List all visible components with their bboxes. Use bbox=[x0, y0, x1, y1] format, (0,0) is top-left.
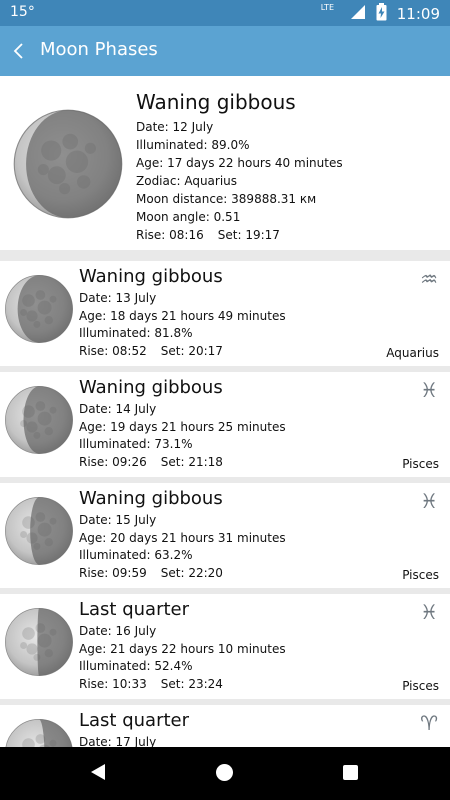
nav-home-icon[interactable] bbox=[216, 764, 233, 781]
rise-label: Rise: 08:16 bbox=[136, 228, 204, 242]
date-label: Date: 13 July bbox=[79, 291, 157, 305]
zodiac-name: Pisces bbox=[402, 679, 439, 693]
moon-phase-icon bbox=[5, 608, 73, 676]
phase-name: Waning gibbous bbox=[79, 266, 223, 287]
app-bar: Moon Phases bbox=[0, 26, 450, 76]
set-label: Set: 22:20 bbox=[160, 565, 223, 580]
illuminated-label: Illuminated: 89.0% bbox=[136, 138, 250, 152]
date-label: Date: 17 July bbox=[79, 735, 157, 747]
list-item[interactable]: Waning gibbous Date: 15 July Age: 20 day… bbox=[0, 483, 450, 588]
age-label: Age: 17 days 22 hours 40 minutes bbox=[136, 156, 343, 170]
set-label: Set: 20:17 bbox=[160, 343, 223, 358]
rise-set-row: Rise: 09:26 Set: 21:18 bbox=[79, 454, 286, 472]
zodiac-name: Pisces bbox=[402, 568, 439, 582]
pisces-icon: ♓ bbox=[420, 489, 438, 513]
illuminated-label: Illuminated: 81.8% bbox=[79, 326, 193, 340]
list-item[interactable]: Waning gibbous Date: 14 July Age: 19 day… bbox=[0, 372, 450, 477]
moon-phase-icon bbox=[5, 386, 73, 454]
list-item[interactable]: Last quarter Date: 17 July ♈ bbox=[0, 705, 450, 747]
nav-recents-icon[interactable] bbox=[343, 765, 358, 780]
list-item[interactable]: Last quarter Date: 16 July Age: 21 days … bbox=[0, 594, 450, 699]
network-type-label: LTE bbox=[320, 3, 334, 12]
rise-set-row: Rise: 08:52 Set: 20:17 bbox=[79, 343, 286, 361]
page-title: Moon Phases bbox=[40, 39, 158, 60]
aries-icon: ♈ bbox=[420, 711, 438, 735]
zodiac-name: Pisces bbox=[402, 457, 439, 471]
set-label: Set: 21:18 bbox=[160, 454, 223, 469]
zodiac-label: Zodiac: Aquarius bbox=[136, 174, 238, 188]
list-item[interactable]: Waning gibbous Date: 13 July Age: 18 day… bbox=[0, 261, 450, 366]
illuminated-label: Illuminated: 73.1% bbox=[79, 437, 193, 451]
phase-name: Waning gibbous bbox=[136, 90, 296, 114]
date-label: Date: 15 July bbox=[79, 513, 157, 527]
age-label: Age: 18 days 21 hours 49 minutes bbox=[79, 308, 286, 323]
rise-label: Rise: 09:26 bbox=[79, 454, 147, 469]
angle-label: Moon angle: 0.51 bbox=[136, 210, 241, 224]
illuminated-label: Illuminated: 63.2% bbox=[79, 548, 193, 562]
distance-label: Moon distance: 389888.31 км bbox=[136, 192, 317, 206]
temperature-label: 15° bbox=[10, 4, 35, 20]
pisces-icon: ♓ bbox=[420, 600, 438, 624]
nav-back-icon[interactable] bbox=[91, 764, 105, 780]
rise-set-row: Rise: 10:33 Set: 23:24 bbox=[79, 676, 286, 694]
date-label: Date: 12 July bbox=[136, 120, 214, 134]
phase-name: Last quarter bbox=[79, 710, 190, 731]
illuminated-label: Illuminated: 52.4% bbox=[79, 659, 193, 673]
moon-phase-icon bbox=[5, 275, 73, 343]
moon-phase-icon bbox=[13, 109, 123, 219]
back-arrow-icon[interactable] bbox=[12, 38, 32, 64]
clock: 11:09 bbox=[396, 5, 440, 23]
signal-icon bbox=[350, 4, 366, 24]
rise-label: Rise: 10:33 bbox=[79, 676, 147, 691]
system-nav-bar bbox=[0, 747, 450, 800]
pisces-icon: ♓ bbox=[420, 378, 438, 402]
moon-phase-icon bbox=[5, 497, 73, 565]
rise-set-row: Rise: 08:16 Set: 19:17 bbox=[136, 226, 343, 244]
current-moon-card: Waning gibbous Date: 12 July Illuminated… bbox=[0, 76, 450, 250]
status-bar: 15° LTE 11:09 bbox=[0, 0, 450, 26]
phase-name: Waning gibbous bbox=[79, 377, 223, 398]
date-label: Date: 16 July bbox=[79, 624, 157, 638]
age-label: Age: 19 days 21 hours 25 minutes bbox=[79, 419, 286, 434]
zodiac-name: Aquarius bbox=[386, 346, 439, 360]
aquarius-icon: ♒ bbox=[420, 267, 438, 291]
age-label: Age: 21 days 22 hours 10 minutes bbox=[79, 641, 286, 656]
date-label: Date: 14 July bbox=[79, 402, 157, 416]
age-label: Age: 20 days 21 hours 31 minutes bbox=[79, 530, 286, 545]
phase-list[interactable]: Waning gibbous Date: 12 July Illuminated… bbox=[0, 76, 450, 747]
set-label: Set: 23:24 bbox=[160, 676, 223, 691]
battery-charging-icon bbox=[376, 3, 387, 25]
rise-label: Rise: 09:59 bbox=[79, 565, 147, 580]
set-label: Set: 19:17 bbox=[217, 228, 280, 242]
rise-label: Rise: 08:52 bbox=[79, 343, 147, 358]
rise-set-row: Rise: 09:59 Set: 22:20 bbox=[79, 565, 286, 583]
phase-name: Waning gibbous bbox=[79, 488, 223, 509]
phase-name: Last quarter bbox=[79, 599, 190, 620]
moon-phase-icon bbox=[5, 719, 73, 747]
